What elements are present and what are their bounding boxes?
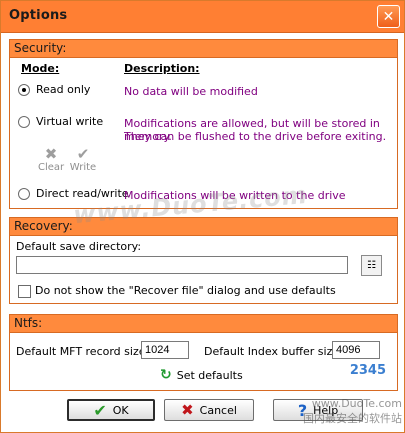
read-only-radio[interactable]: Read only [18,83,90,96]
ok-button[interactable]: ✔ OK [67,399,155,421]
folder-browse-icon: ☷ [367,260,376,271]
window-title: Options [9,8,68,23]
options-dialog: Options ✕ Security: Mode: Description: R… [0,0,405,433]
recover-dialog-checkbox-label: Do not show the "Recover file" dialog an… [35,284,336,297]
cancel-label: Cancel [199,403,237,417]
radio-button-icon [18,83,30,96]
default-save-directory-label: Default save directory: [16,240,142,253]
security-group: Security: Mode: Description: Read only N… [9,39,398,209]
recovery-title: Recovery: [10,218,397,236]
mft-record-size-input[interactable] [141,341,189,359]
refresh-icon: ↻ [160,367,172,383]
set-defaults-button[interactable]: ↻ Set defaults [160,367,243,383]
ntfs-group: Ntfs: Default MFT record size: Default I… [9,314,398,391]
check-icon: ✔ [93,400,107,420]
close-button[interactable]: ✕ [377,5,400,28]
radio-button-icon [18,115,30,128]
index-buffer-size-input[interactable] [332,341,380,359]
virtual-write-description-2: They can be flushed to the drive before … [124,130,387,143]
write-check-icon: ✔ [76,145,90,163]
mode-header: Mode: [21,62,60,75]
watermark-site: www.DuoTe.com [311,397,402,410]
clear-label: Clear [38,162,65,173]
browse-folder-button[interactable]: ☷ [361,255,382,276]
watermark-bottom: 国内最安全的软件站 [303,412,402,425]
virtual-write-radio[interactable]: Virtual write [18,115,103,128]
write-label: Write [69,162,97,173]
cancel-button[interactable]: ✖ Cancel [164,399,254,421]
write-button[interactable]: ✔ Write [68,146,98,173]
recovery-group: Recovery: Default save directory: ☷ Do n… [9,217,398,304]
virtual-write-label: Virtual write [36,115,104,128]
read-only-description: No data will be modified [124,85,258,98]
ok-label: OK [112,403,129,417]
clear-x-icon: ✖ [44,145,58,163]
description-header: Description: [124,62,200,75]
read-only-label: Read only [36,83,91,96]
set-defaults-label: Set defaults [176,368,243,382]
close-icon: ✕ [382,8,395,25]
mft-record-size-label: Default MFT record size: [16,345,150,358]
index-buffer-size-label: Default Index buffer size: [204,345,343,358]
watermark-brand: 2345 [349,363,386,378]
security-title: Security: [10,40,397,58]
default-save-directory-input[interactable] [16,256,348,274]
ntfs-title: Ntfs: [10,315,397,333]
title-bar[interactable]: Options ✕ [1,1,404,33]
recover-dialog-checkbox[interactable] [18,285,31,298]
cancel-x-icon: ✖ [181,401,194,419]
clear-button[interactable]: ✖ Clear [38,146,64,173]
radio-button-icon [18,187,30,200]
